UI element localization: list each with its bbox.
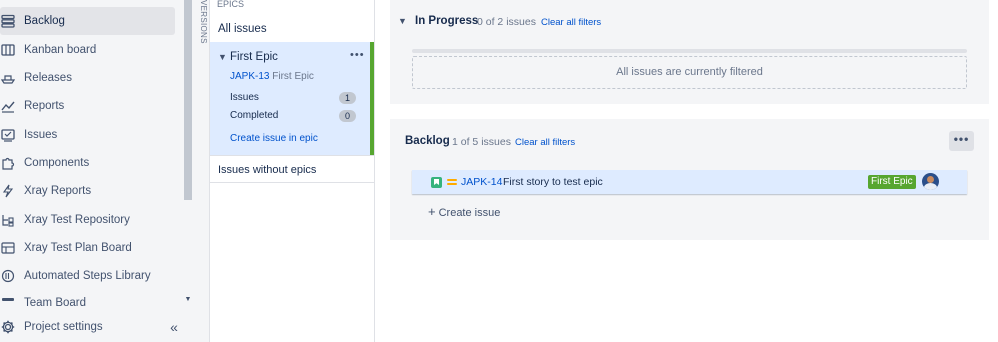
versions-panel-toggle[interactable] bbox=[194, 0, 210, 342]
sidebar-item-label: Backlog bbox=[24, 15, 65, 27]
sprint-clear-filters-link[interactable]: Clear all filters bbox=[541, 17, 601, 28]
epic-key-name: First Epic bbox=[272, 71, 314, 82]
sidebar-item-label: Xray Reports bbox=[24, 185, 92, 197]
backlog-icon bbox=[1, 14, 15, 28]
sidebar-item-xray-reports[interactable]: Xray Reports bbox=[0, 177, 175, 205]
library-icon bbox=[1, 269, 15, 283]
epic-card[interactable]: ▼ First Epic ••• JAPK-13 First Epic Issu… bbox=[210, 42, 374, 155]
sprint-progress-bar bbox=[412, 49, 967, 53]
versions-label[interactable]: VERSIONS bbox=[196, 0, 208, 44]
sidebar-item-label: Reports bbox=[24, 100, 65, 112]
repository-icon bbox=[1, 213, 15, 227]
epic-filter-all-issues[interactable]: All issues bbox=[210, 16, 374, 42]
sidebar-item-team-board[interactable]: Team Board bbox=[0, 291, 175, 311]
epic-filter-without-epics[interactable]: Issues without epics bbox=[210, 155, 374, 183]
priority-medium-icon bbox=[447, 178, 457, 186]
epic-issues-label: Issues bbox=[230, 92, 259, 103]
without-epics-label: Issues without epics bbox=[218, 164, 317, 176]
epic-completed-label: Completed bbox=[230, 110, 279, 121]
epic-lozenge[interactable]: First Epic bbox=[868, 175, 916, 189]
sidebar-item-automated-steps-library[interactable]: Automated Steps Library bbox=[0, 262, 175, 290]
lightning-icon bbox=[1, 184, 15, 198]
issues-icon bbox=[1, 128, 15, 142]
sidebar-item-reports[interactable]: Reports bbox=[0, 92, 175, 120]
sidebar-item-label: Issues bbox=[24, 129, 58, 141]
epic-key[interactable]: JAPK-13 bbox=[230, 71, 269, 82]
sidebar-item-label: Xray Test Repository bbox=[24, 214, 130, 226]
double-chevron-left-icon[interactable]: « bbox=[165, 318, 183, 336]
backlog-issue-count: 1 of 5 issues bbox=[452, 136, 511, 148]
project-settings-label: Project settings bbox=[24, 321, 103, 333]
backlog-more-button[interactable]: ••• bbox=[949, 131, 974, 151]
ship-icon bbox=[1, 71, 15, 85]
avatar[interactable] bbox=[922, 173, 939, 190]
sidebar-item-releases[interactable]: Releases bbox=[0, 64, 175, 92]
sprint-empty-message: All issues are currently filtered bbox=[616, 66, 763, 78]
sidebar-item-kanban-board[interactable]: Kanban board bbox=[0, 36, 175, 64]
sidebar-item-label: Team Board bbox=[24, 297, 87, 309]
sidebar-item-xray-test-repository[interactable]: Xray Test Repository bbox=[0, 206, 175, 234]
issue-key[interactable]: JAPK-14 bbox=[461, 176, 502, 188]
epic-key-line[interactable]: JAPK-13 First Epic bbox=[230, 71, 314, 82]
sprint-issue-count: 0 of 2 issues bbox=[477, 16, 536, 28]
plan-board-icon bbox=[1, 241, 15, 255]
chart-icon bbox=[1, 99, 15, 113]
chevron-down-icon[interactable]: ▼ bbox=[218, 52, 227, 62]
sidebar-item-label: Components bbox=[24, 157, 90, 169]
epic-name: First Epic bbox=[230, 51, 278, 63]
backlog-clear-filters-link[interactable]: Clear all filters bbox=[515, 137, 575, 148]
sidebar-item-label: Releases bbox=[24, 72, 72, 84]
sidebar-item-label: Kanban board bbox=[24, 44, 97, 56]
sidebar-item-components[interactable]: Components bbox=[0, 149, 175, 177]
team-board-icon bbox=[1, 296, 15, 310]
epic-issues-count: 1 bbox=[339, 92, 356, 104]
story-icon bbox=[431, 177, 442, 188]
board-icon bbox=[1, 43, 15, 57]
sidebar-scroll-thumb[interactable] bbox=[184, 0, 192, 200]
epic-completed-count: 0 bbox=[339, 110, 356, 122]
epics-title: EPICS bbox=[217, 0, 245, 9]
sidebar-item-issues[interactable]: Issues bbox=[0, 121, 175, 149]
create-issue-in-epic-link[interactable]: Create issue in epic bbox=[230, 133, 318, 144]
sidebar-item-xray-test-plan-board[interactable]: Xray Test Plan Board bbox=[0, 234, 175, 262]
sprint-name: In Progress bbox=[415, 15, 479, 27]
scroll-down-arrow-icon[interactable]: ▼ bbox=[184, 296, 192, 304]
more-icon[interactable]: ••• bbox=[350, 49, 365, 61]
project-settings-link[interactable]: Project settings bbox=[0, 313, 175, 341]
sidebar-item-label: Xray Test Plan Board bbox=[24, 242, 132, 254]
gear-icon bbox=[1, 320, 15, 334]
sidebar-item-label: Automated Steps Library bbox=[24, 270, 151, 282]
sidebar-item-backlog[interactable]: Backlog bbox=[0, 7, 175, 35]
puzzle-icon bbox=[1, 156, 15, 170]
chevron-down-icon[interactable]: ▼ bbox=[398, 16, 407, 26]
create-issue-button[interactable]: + Create issue bbox=[428, 204, 500, 219]
create-issue-label: Create issue bbox=[438, 207, 501, 219]
backlog-name: Backlog bbox=[405, 135, 450, 147]
issue-summary: First story to test epic bbox=[503, 176, 603, 188]
plus-icon: + bbox=[428, 204, 436, 219]
all-issues-label: All issues bbox=[218, 23, 267, 35]
